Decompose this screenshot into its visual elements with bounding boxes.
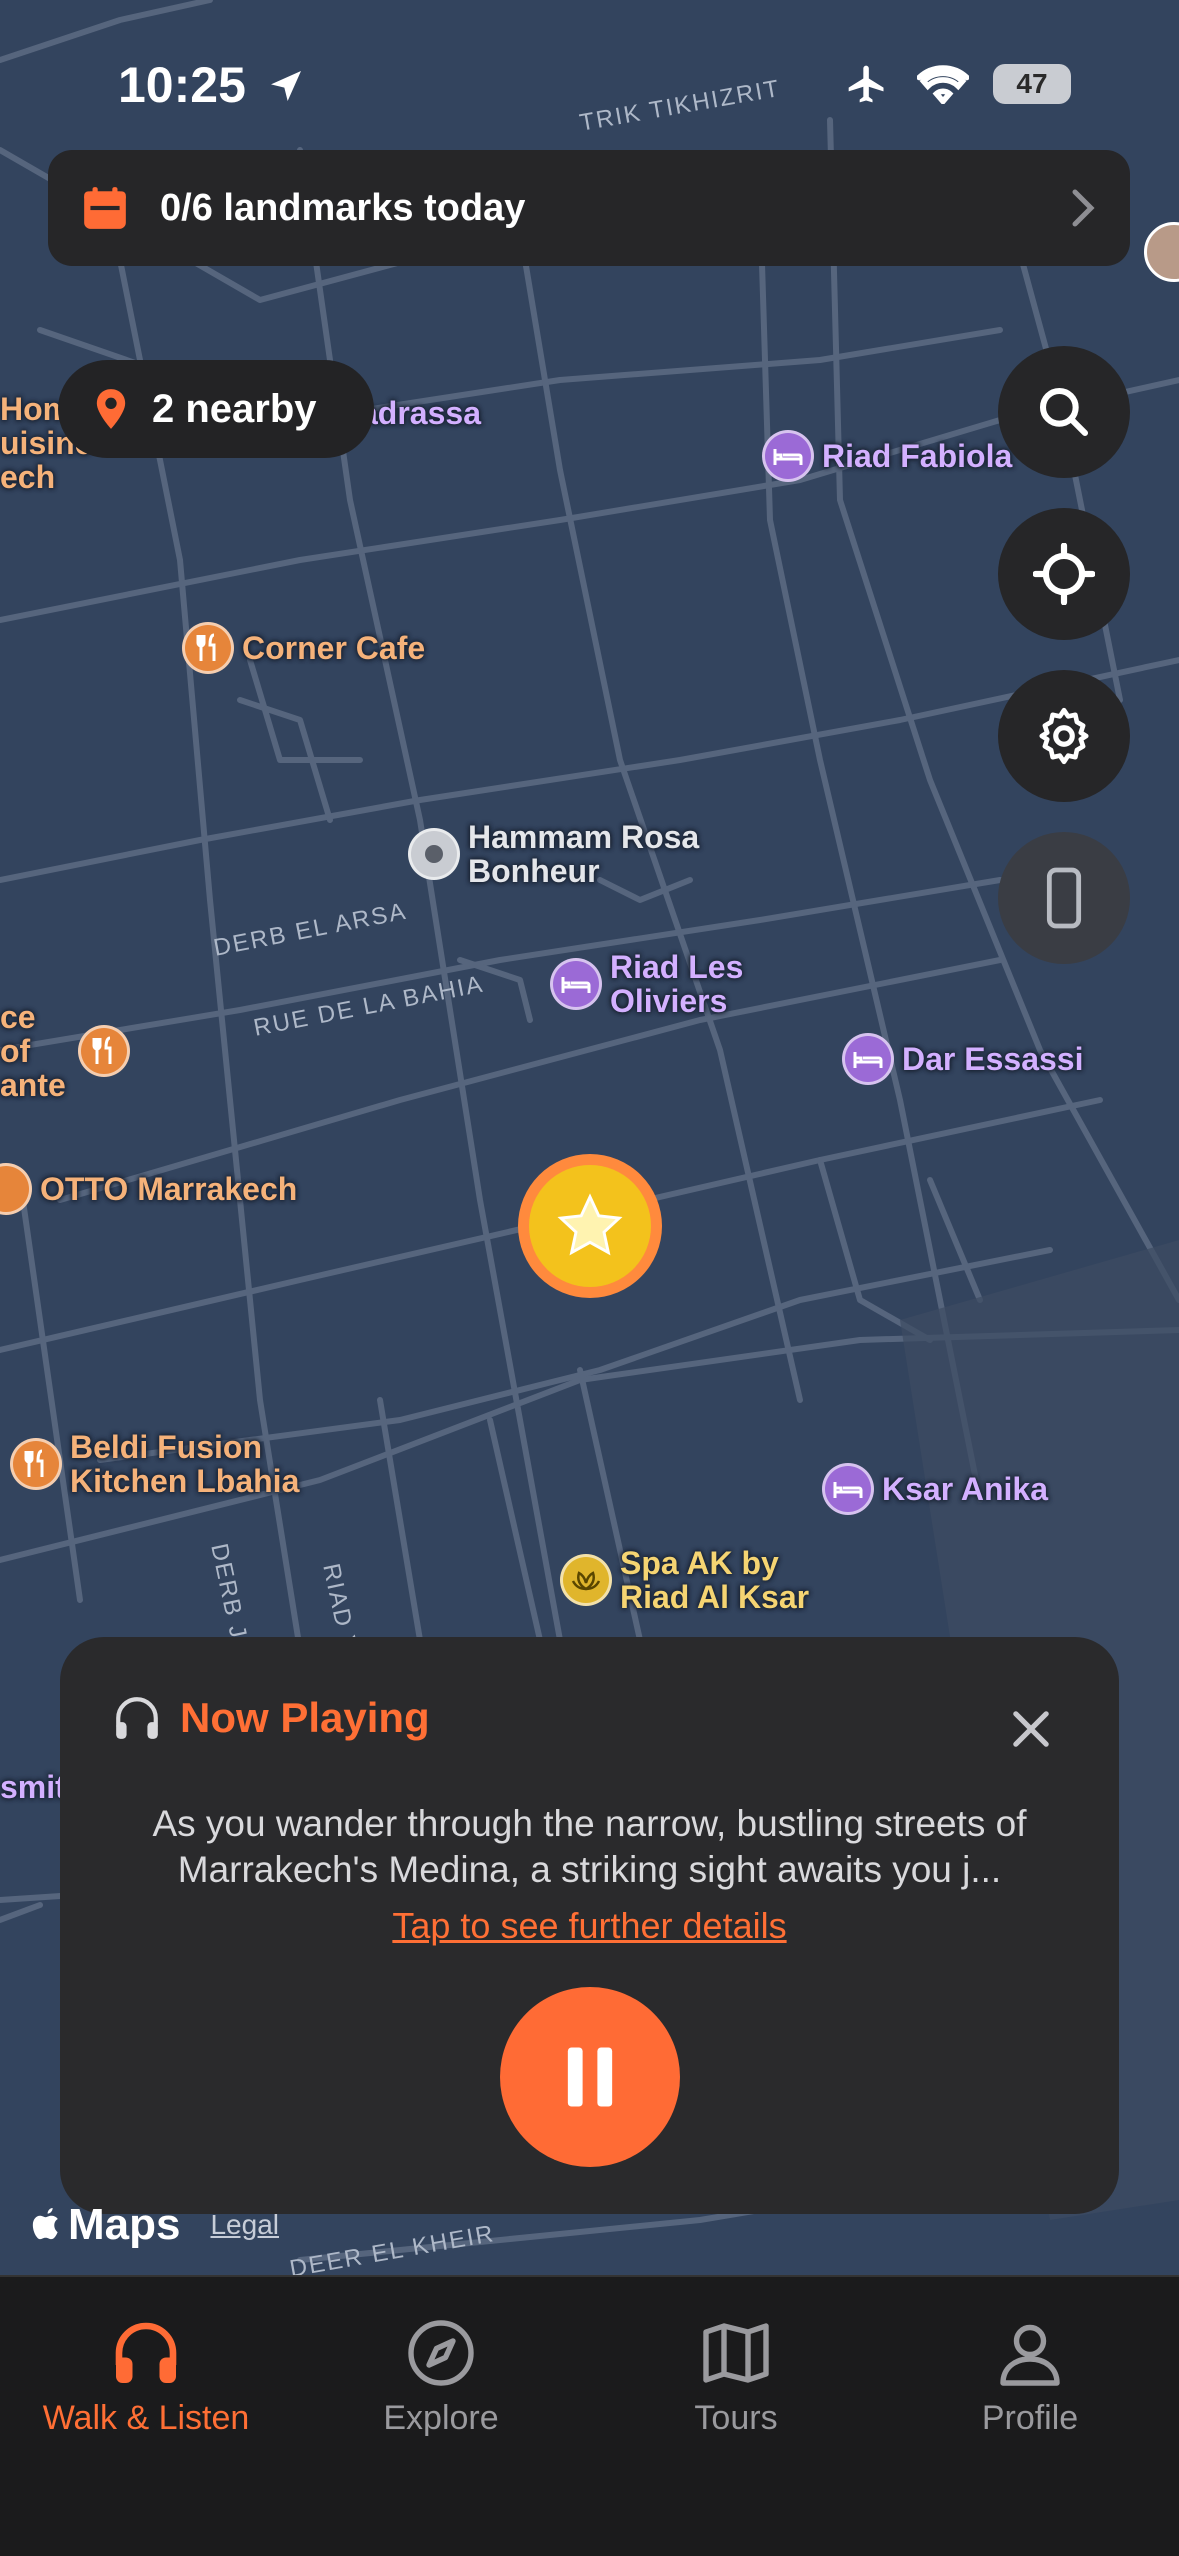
poi-beldi-fusion[interactable]: Beldi Fusion Kitchen Lbahia — [10, 1430, 330, 1498]
status-time: 10:25 — [118, 56, 306, 114]
tab-label: Tours — [694, 2399, 778, 2437]
close-icon — [1013, 1711, 1049, 1747]
close-button[interactable] — [1005, 1703, 1057, 1755]
bed-icon — [550, 958, 602, 1010]
calendar-icon — [84, 187, 126, 229]
bed-icon — [842, 1033, 894, 1085]
search-icon — [1039, 387, 1089, 437]
further-details-link[interactable]: Tap to see further details — [60, 1905, 1119, 1947]
poi-corner-cafe[interactable]: Corner Cafe — [182, 622, 425, 674]
maps-attribution: Maps Legal — [30, 2200, 279, 2250]
legal-link[interactable]: Legal — [210, 2209, 279, 2241]
pause-button[interactable] — [500, 1987, 680, 2167]
tab-bar: Walk & Listen Explore Tours Profile — [0, 2275, 1179, 2556]
location-arrow-icon — [270, 71, 301, 101]
poi-label: Dar Essassi — [902, 1041, 1084, 1077]
nearby-pill[interactable]: 2 nearby — [58, 360, 374, 458]
map-icon — [703, 2323, 769, 2383]
poi-label: Corner Cafe — [242, 630, 426, 666]
nearby-count: 2 nearby — [152, 386, 317, 431]
poi-riad-les-oliviers[interactable]: Riad Les Oliviers — [550, 950, 770, 1018]
poi-spa-ak[interactable]: Spa AK by Riad Al Ksar — [560, 1546, 840, 1614]
poi-label: Hammam Rosa Bonheur — [468, 819, 700, 889]
landmarks-banner[interactable]: 0/6 landmarks today — [48, 150, 1130, 266]
apple-logo-icon — [32, 2208, 58, 2240]
poi-label: OTTO Marrakech — [40, 1171, 298, 1207]
fork-knife-icon — [0, 1163, 32, 1215]
tab-walk-listen[interactable]: Walk & Listen — [16, 2317, 276, 2438]
battery-indicator: 47 — [993, 64, 1071, 104]
poi-partial[interactable]: ce of ante — [0, 1000, 130, 1102]
poi-label: Riad Les Oliviers — [610, 949, 744, 1019]
tab-label: Profile — [981, 2399, 1079, 2437]
wifi-icon — [917, 65, 969, 104]
now-playing-title: Now Playing — [180, 1694, 430, 1741]
maps-brand: Maps — [68, 2200, 181, 2249]
person-icon — [1000, 2324, 1060, 2386]
map-pin-icon — [96, 389, 126, 429]
headphones-icon — [115, 2322, 177, 2383]
bed-icon — [762, 430, 814, 482]
dot-icon — [408, 828, 460, 880]
poi-label: Riad Fabiola — [822, 438, 1013, 474]
poi-label-partial: adrassa — [360, 395, 481, 431]
tab-explore[interactable]: Explore — [311, 2317, 571, 2438]
tab-label: Explore — [383, 2399, 499, 2437]
locate-me-button[interactable] — [998, 508, 1130, 640]
status-bar: 10:25 47 — [0, 0, 1179, 150]
status-icons: 47 — [841, 62, 1071, 106]
fork-knife-icon — [78, 1025, 130, 1077]
tab-tours[interactable]: Tours — [606, 2317, 866, 2438]
poi-label: Beldi Fusion Kitchen Lbahia — [70, 1429, 300, 1499]
bed-icon — [822, 1463, 874, 1515]
landmarks-progress-text: 0/6 landmarks today — [160, 186, 526, 229]
now-playing-header: Now Playing — [112, 1693, 430, 1743]
now-playing-description: As you wander through the narrow, bustli… — [152, 1803, 1027, 1890]
star-icon — [557, 1193, 623, 1256]
device-button[interactable] — [998, 832, 1130, 964]
poi-label: Ksar Anika — [882, 1471, 1048, 1507]
airplane-icon — [848, 65, 884, 103]
current-landmark-marker[interactable] — [518, 1154, 662, 1298]
pause-icon — [567, 2047, 613, 2107]
settings-button[interactable] — [998, 670, 1130, 802]
poi-otto-marrakech[interactable]: OTTO Marrakech — [0, 1163, 297, 1215]
headphones-icon — [116, 1697, 158, 1739]
search-button[interactable] — [998, 346, 1130, 478]
poi-riad-fabiola[interactable]: Riad Fabiola — [762, 430, 1012, 482]
poi-label-partial: ce of ante — [0, 999, 66, 1103]
chevron-right-icon — [1072, 189, 1095, 227]
fork-knife-icon — [10, 1438, 62, 1490]
poi-ksar-anika[interactable]: Ksar Anika — [822, 1463, 1048, 1515]
tab-profile[interactable]: Profile — [900, 2317, 1160, 2438]
poi-dar-essassi[interactable]: Dar Essassi — [842, 1033, 1083, 1085]
gear-icon — [1039, 707, 1089, 765]
crosshair-icon — [1033, 543, 1095, 605]
phone-icon — [1046, 867, 1082, 929]
poi-label-partial: smit — [0, 1769, 66, 1805]
lotus-icon — [560, 1554, 612, 1606]
tab-label: Walk & Listen — [42, 2399, 250, 2437]
poi-hammam-rosa-bonheur[interactable]: Hammam Rosa Bonheur — [408, 820, 718, 888]
compass-icon — [408, 2320, 474, 2386]
now-playing-card[interactable]: Now Playing As you wander through the na… — [60, 1637, 1119, 2214]
fork-knife-icon — [182, 622, 234, 674]
poi-label: Spa AK by Riad Al Ksar — [620, 1545, 810, 1615]
